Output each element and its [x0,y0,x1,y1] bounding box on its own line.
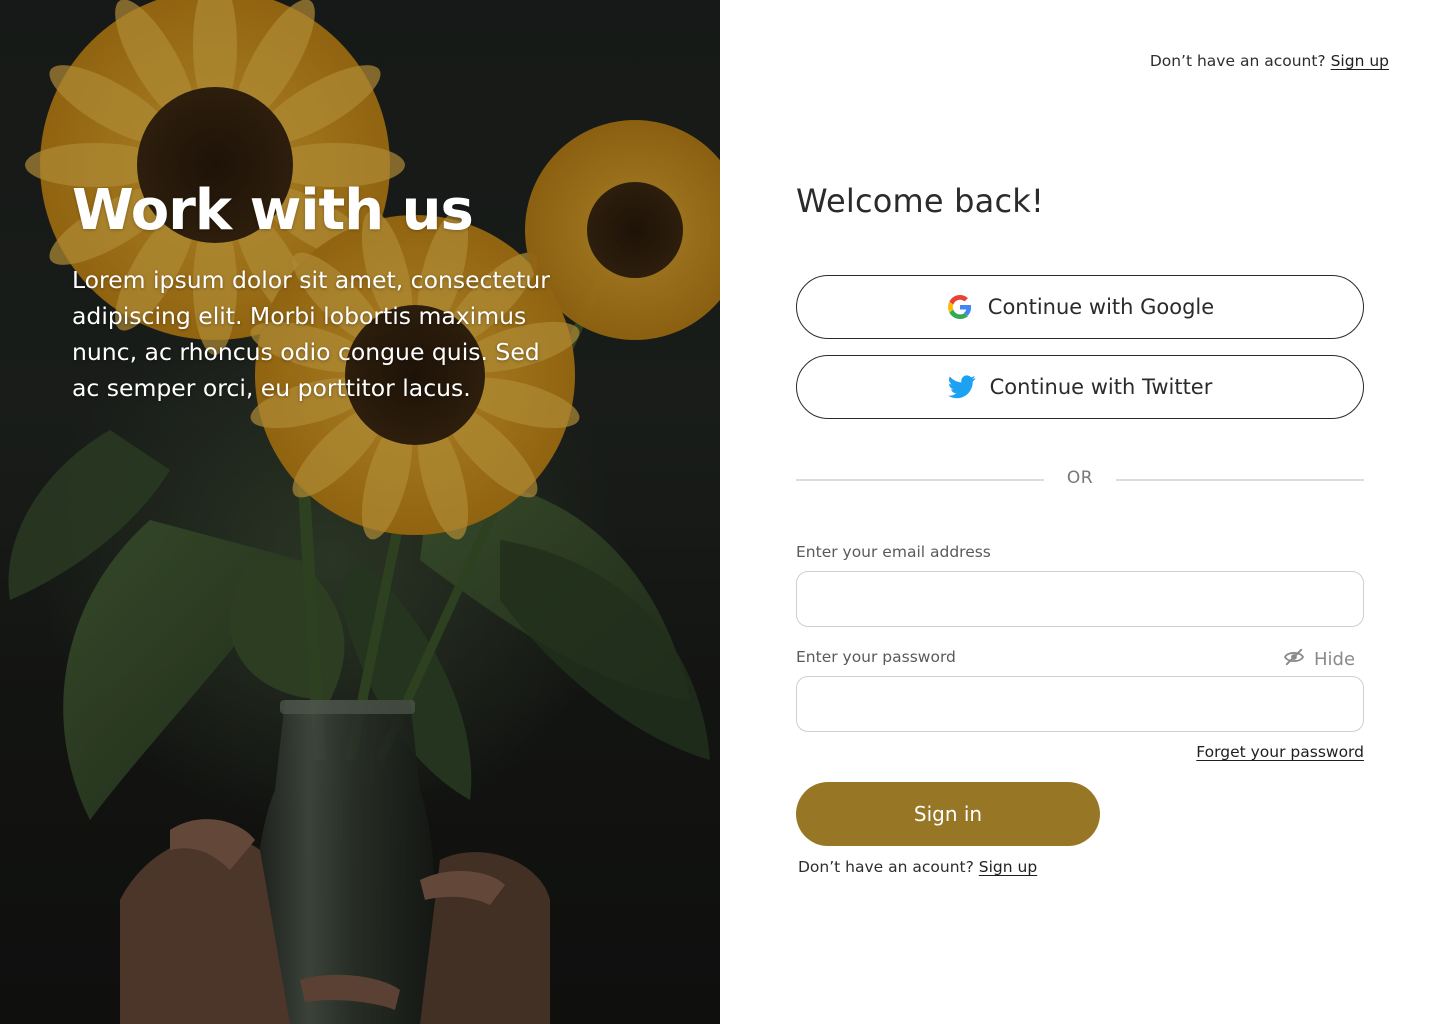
password-field[interactable] [796,676,1364,732]
welcome-heading: Welcome back! [796,182,1045,220]
email-field[interactable] [796,571,1364,627]
sunflower-photo [0,0,720,1024]
hide-label: Hide [1314,648,1356,670]
continue-with-twitter-button[interactable]: Continue with Twitter [796,355,1364,419]
email-label: Enter your email address [796,543,991,561]
hero-description: Lorem ipsum dolor sit amet, consectetur … [72,266,550,402]
sign-in-button[interactable]: Sign in [796,782,1100,846]
footer-signup-link[interactable]: Sign up [979,858,1037,876]
eye-slash-icon [1283,648,1305,671]
header-signup-text: Don’t have an acount? [1149,52,1326,70]
forgot-password-link[interactable]: Forget your password [1196,743,1364,761]
twitter-bird-icon [947,373,976,401]
or-divider: OR [796,466,1364,492]
footer-signup-text: Don’t have an acount? [798,858,974,876]
continue-with-google-button[interactable]: Continue with Google [796,275,1364,339]
footer-signup-prompt: Don’t have an acount? Sign up [798,858,1037,876]
header-signup-link[interactable]: Sign up [1331,52,1389,70]
google-button-label: Continue with Google [987,295,1215,319]
twitter-button-label: Continue with Twitter [989,375,1213,399]
hide-password-toggle[interactable]: Hide [1283,647,1355,671]
divider-line-right [1116,479,1364,481]
header-signup-prompt: Don’t have an acount? Sign up [1150,52,1389,70]
hero-panel: Work with us Lorem ipsum dolor sit amet,… [0,0,720,1024]
password-label: Enter your password [796,648,956,666]
google-logo-icon [946,293,974,321]
hero-title: Work with us [72,178,474,243]
or-label: OR [1066,468,1094,488]
